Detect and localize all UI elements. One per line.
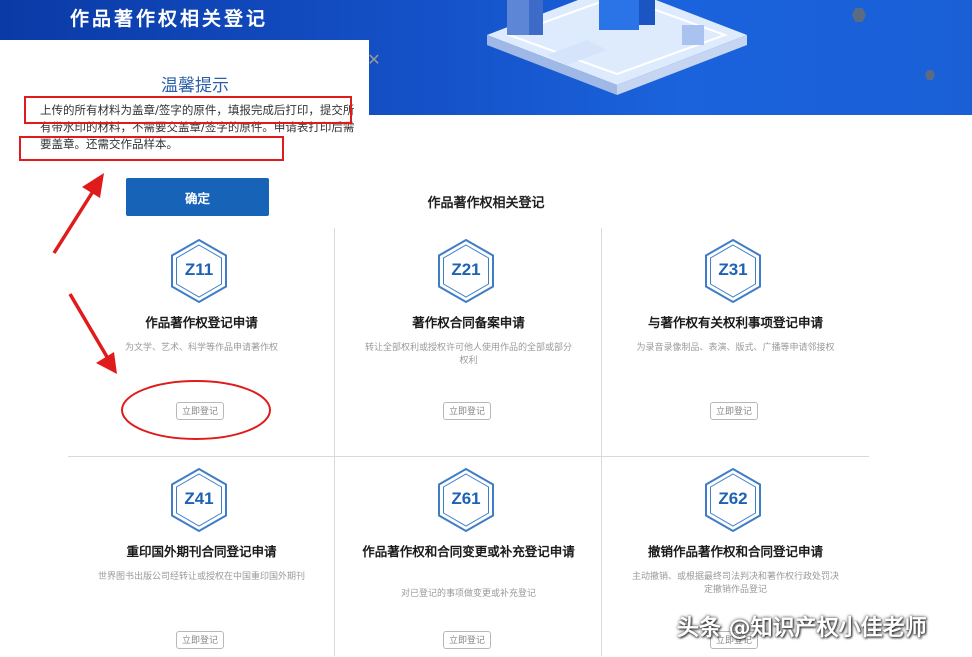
card-code: Z41 xyxy=(184,489,214,508)
hexagon-icon: Z61 xyxy=(436,467,496,533)
card-description: 主动撤销、或根据最终司法判决和著作权行政处罚决定撤销作品登记 xyxy=(632,572,840,595)
card-code: Z62 xyxy=(718,489,748,508)
hexagon-icon: Z11 xyxy=(169,238,229,304)
card-title: 著作权合同备案申请 xyxy=(412,315,525,330)
hexagon-icon: Z21 xyxy=(436,238,496,304)
watermark: 头条 @知识产权小佳老师 xyxy=(677,616,927,641)
register-now-button[interactable]: 立即登记 xyxy=(176,631,224,649)
hexagon-icon: Z62 xyxy=(703,467,763,533)
card-title: 与著作权有关权利事项登记申请 xyxy=(647,315,823,330)
register-now-button[interactable]: 立即登记 xyxy=(443,402,491,420)
card-code: Z21 xyxy=(451,260,481,279)
register-now-button[interactable]: 立即登记 xyxy=(176,402,224,420)
card-description: 世界图书出版公司经转让或授权在中国重印国外期刊 xyxy=(98,572,306,582)
register-now-button[interactable]: 立即登记 xyxy=(443,631,491,649)
card-title: 作品著作权和合同变更或补充登记申请 xyxy=(362,544,575,559)
card-code: Z11 xyxy=(184,260,214,279)
card-description: 为文学、艺术、科学等作品申请著作权 xyxy=(124,343,278,353)
card-z41: Z41 重印国外期刊合同登记申请 世界图书出版公司经转让或授权在中国重印国外期刊… xyxy=(68,457,335,657)
card-description: 为录音录像制品、表演、版式、广播等申请邻接权 xyxy=(636,343,835,353)
card-description: 转让全部权利或授权许可他人使用作品的全部或部分权利 xyxy=(365,343,573,366)
banner-title: 作品著作权相关登记 xyxy=(70,8,269,30)
close-icon[interactable]: ✕ xyxy=(366,52,382,68)
card-title: 重印国外期刊合同登记申请 xyxy=(126,544,277,559)
confirm-button[interactable]: 确定 xyxy=(126,178,269,216)
card-title: 作品著作权登记申请 xyxy=(145,315,258,330)
card-z21: Z21 著作权合同备案申请 转让全部权利或授权许可他人使用作品的全部或部分权利 … xyxy=(335,228,602,456)
dialog-title: 温馨提示 xyxy=(161,76,229,96)
hexagon-icon: Z41 xyxy=(169,467,229,533)
card-z61: Z61 作品著作权和合同变更或补充登记申请 对已登记的事项做变更或补充登记 立即… xyxy=(335,457,602,657)
card-code: Z61 xyxy=(451,489,481,508)
card-code: Z31 xyxy=(718,260,748,279)
register-now-button[interactable]: 立即登记 xyxy=(710,402,758,420)
banner-illustration xyxy=(487,0,747,95)
card-title: 撤销作品著作权和合同登记申请 xyxy=(647,544,823,559)
card-z31: Z31 与著作权有关权利事项登记申请 为录音录像制品、表演、版式、广播等申请邻接… xyxy=(602,228,869,456)
dialog-message: 上传的所有材料为盖章/签字的原件，填报完成后打印，提交所有带水印的材料，不需要交… xyxy=(40,103,355,151)
card-z11: Z11 作品著作权登记申请 为文学、艺术、科学等作品申请著作权 立即登记 xyxy=(68,228,335,456)
hexagon-icon: Z31 xyxy=(703,238,763,304)
card-description: 对已登记的事项做变更或补充登记 xyxy=(400,589,536,599)
